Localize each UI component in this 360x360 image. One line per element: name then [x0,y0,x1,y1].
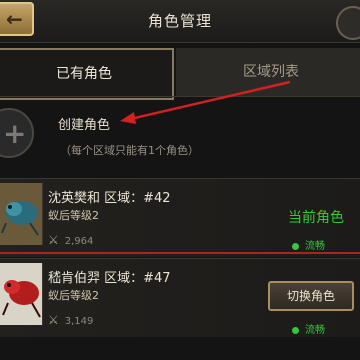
top-bar: ← 角色管理 [0,0,360,43]
power-value: ⚔ 3,149 [48,313,94,327]
tab-bar: 已有角色 区域列表 [0,48,360,100]
tab-region-list[interactable]: 区域列表 [176,48,360,96]
page-title: 角色管理 [147,12,212,30]
create-character-button[interactable]: + [0,108,34,158]
current-character-label: 当前角色 [288,210,344,226]
character-card[interactable]: 沈英樊和 区域：#42 蚁后等级2 ⚔ 2,964 当前角色 流畅 [0,178,360,257]
create-character-hint: （每个区域只能有1个角色） [60,144,199,157]
status-dot-icon [292,326,299,334]
server-status: 流畅 [292,321,325,336]
switch-character-button[interactable]: 切换角色 [268,281,354,311]
annotation-underline [0,252,360,254]
red-ant-portrait [0,263,43,325]
status-dot-icon [292,242,299,250]
crossed-swords-icon: ⚔ [48,233,59,247]
tab-existing-characters[interactable]: 已有角色 [0,48,174,100]
close-button[interactable] [336,6,360,40]
tab-divider [0,96,360,97]
plus-icon: + [3,117,27,150]
character-name-region: 沈英樊和 区域：#42 [48,191,171,206]
create-character-row[interactable]: + 创建角色 （每个区域只能有1个角色） [0,100,360,170]
character-name-region: 嵇肯伯羿 区域：#47 [48,271,171,286]
crossed-swords-icon: ⚔ [48,313,59,327]
server-status: 流畅 [292,237,325,252]
queen-level: 蚁后等级2 [48,209,99,222]
character-card[interactable]: 嵇肯伯羿 区域：#47 蚁后等级2 ⚔ 3,149 切换角色 流畅 [0,258,360,337]
blue-ant-portrait [0,183,43,245]
queen-level: 蚁后等级2 [48,289,99,302]
power-value: ⚔ 2,964 [48,233,94,247]
create-character-label: 创建角色 [58,118,111,133]
